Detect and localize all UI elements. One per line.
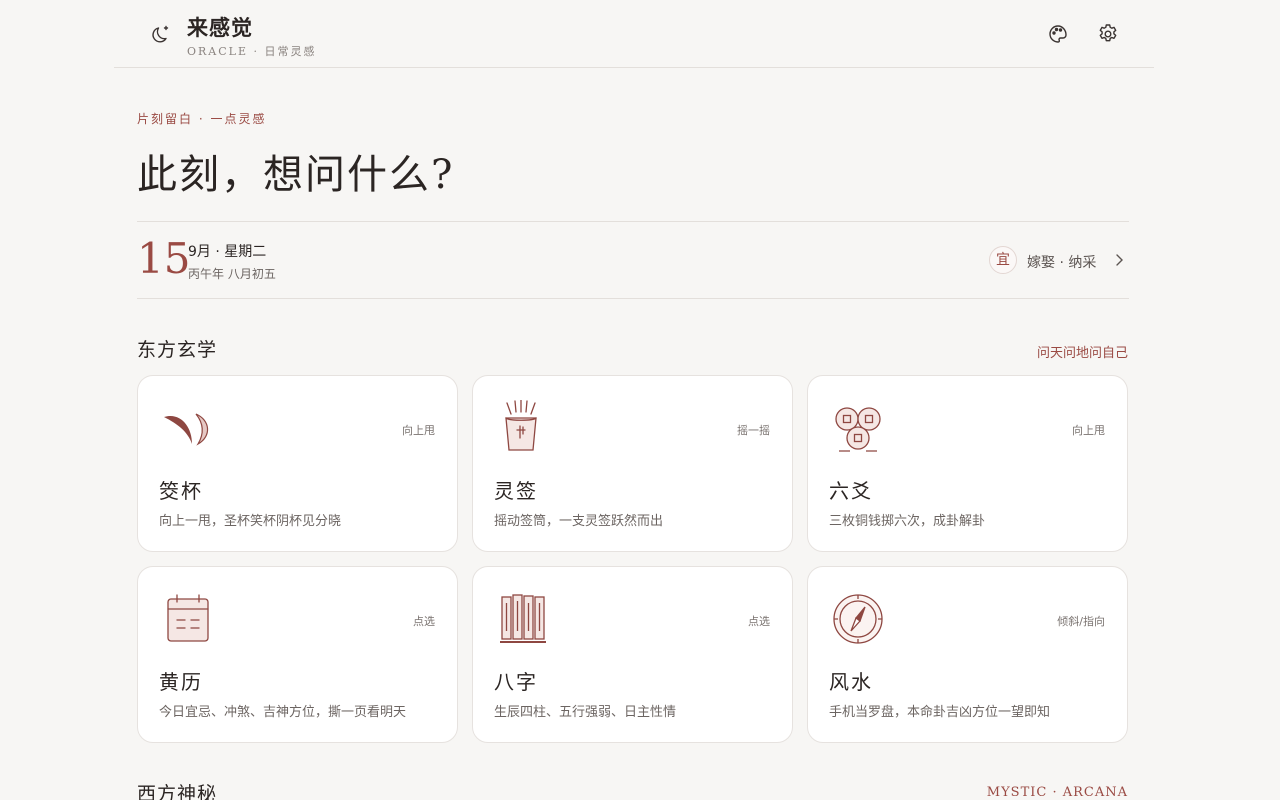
card-fengshui[interactable]: 倾斜/指向 风水 手机当罗盘，本命卦吉凶方位一望即知 [807, 566, 1128, 743]
day-number: 15 [137, 234, 191, 283]
palette-icon[interactable] [1046, 22, 1070, 46]
card-desc: 摇动签筒，一支灵签跃然而出 [494, 514, 664, 529]
card-hint: 摇一摇 [737, 424, 770, 437]
card-desc: 生辰四柱、五行强弱、日主性情 [494, 705, 677, 720]
card-liuyao[interactable]: 向上甩 六爻 三枚铜钱掷六次，成卦解卦 [807, 375, 1128, 552]
yi-items: 嫁娶 · 纳采 [1027, 255, 1097, 271]
moon-blocks-icon [164, 413, 209, 446]
card-title: 灵签 [494, 479, 538, 503]
calendar-icon [167, 594, 209, 642]
app-title: 来感觉 [187, 15, 253, 40]
card-title: 筊杯 [159, 479, 203, 503]
card-hint: 向上甩 [1072, 424, 1105, 437]
card-title: 八字 [494, 670, 538, 694]
card-jiaobei[interactable]: 向上甩 筊杯 向上一甩，圣杯笑杯阴杯见分晓 [137, 375, 458, 552]
app-subtitle: ORACLE · 日常灵感 [187, 45, 317, 58]
pillars-icon [500, 594, 546, 643]
card-lingqian[interactable]: 摇一摇 灵签 摇动签筒，一支灵签跃然而出 [472, 375, 793, 552]
compass-icon [833, 594, 883, 644]
card-huangli[interactable]: 点选 黄历 今日宜忌、冲煞、吉神方位，撕一页看明天 [137, 566, 458, 743]
hero-kicker: 片刻留白 · 一点灵感 [137, 112, 267, 126]
card-hint: 向上甩 [402, 424, 435, 437]
card-desc: 今日宜忌、冲煞、吉神方位，撕一页看明天 [159, 705, 407, 720]
card-desc: 向上一甩，圣杯笑杯阴杯见分晓 [159, 514, 342, 529]
card-title: 黄历 [159, 670, 203, 694]
yi-badge: 宜 [989, 246, 1017, 274]
card-bazi[interactable]: 点选 八字 生辰四柱、五行强弱、日主性情 [472, 566, 793, 743]
date-bar[interactable]: 15 9月 · 星期二 丙午年 八月初五 宜 嫁娶 · 纳采 [137, 221, 1129, 299]
card-title: 六爻 [829, 479, 873, 503]
card-hint: 点选 [413, 615, 435, 628]
card-hint: 倾斜/指向 [1057, 615, 1105, 628]
moon-icon[interactable] [150, 22, 174, 46]
date-weekday: 9月 · 星期二 [188, 244, 267, 260]
card-desc: 三枚铜钱掷六次，成卦解卦 [829, 514, 986, 529]
section-link-east[interactable]: 问天问地问自己 [1037, 342, 1128, 361]
fortune-sticks-icon [505, 400, 537, 451]
coins-icon [835, 407, 881, 452]
card-title: 风水 [829, 670, 873, 694]
page-headline: 此刻，想问什么? [137, 152, 455, 198]
card-hint: 点选 [748, 615, 770, 628]
card-desc: 手机当罗盘，本命卦吉凶方位一望即知 [829, 705, 1051, 720]
gear-icon[interactable] [1096, 22, 1120, 46]
chevron-right-icon[interactable] [1111, 252, 1127, 268]
date-lunar: 丙午年 八月初五 [188, 267, 276, 281]
section-link-west[interactable]: MYSTIC · ARCANA [987, 785, 1128, 800]
app-header: 来感觉 ORACLE · 日常灵感 [114, 0, 1154, 68]
section-title-west: 西方神秘 [137, 783, 218, 800]
section-title-east: 东方玄学 [137, 339, 218, 361]
